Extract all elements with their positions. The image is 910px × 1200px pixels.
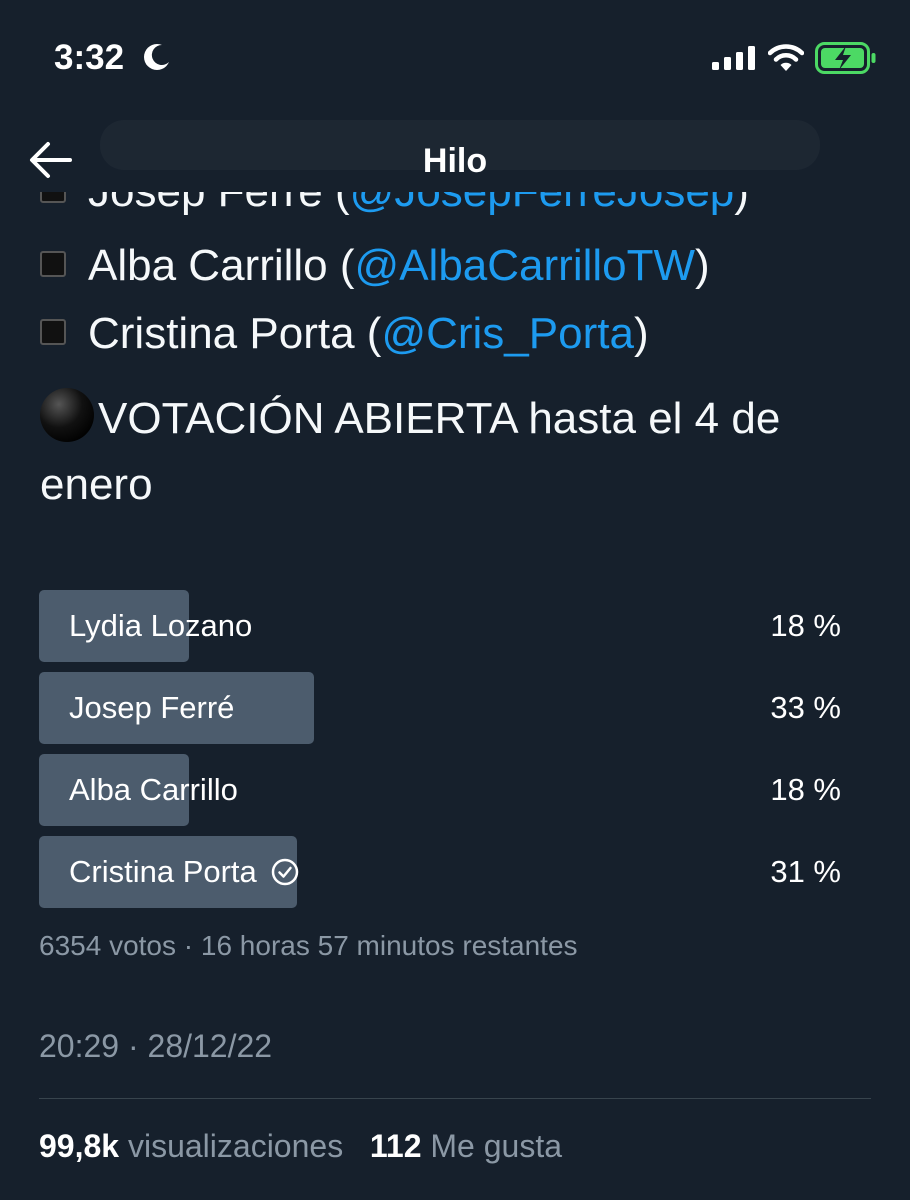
wifi-icon bbox=[768, 44, 804, 71]
status-bar: 3:32 bbox=[0, 0, 910, 110]
mention-handle-link[interactable]: @AlbaCarrilloTW bbox=[355, 241, 695, 290]
black-square-icon bbox=[40, 192, 66, 204]
poll-option-label: Josep Ferré bbox=[69, 690, 235, 725]
poll-option[interactable]: Alba Carrillo 18 % bbox=[39, 754, 871, 826]
views-label: visualizaciones bbox=[119, 1128, 344, 1164]
paren-open: ( bbox=[327, 241, 355, 290]
cellular-signal-icon bbox=[712, 46, 755, 70]
paren-open: ( bbox=[354, 309, 382, 358]
mention-handle-link[interactable]: @JosepFerreJosep bbox=[350, 192, 735, 216]
tweet-body: Josep Ferré (@JosepFerreJosep) Alba Carr… bbox=[40, 192, 880, 518]
tweet-timestamp[interactable]: 20:29 · 28/12/22 bbox=[39, 1028, 272, 1065]
poll-option-selected[interactable]: Cristina Porta 31 % bbox=[39, 836, 871, 908]
mention-name: Cristina Porta bbox=[88, 309, 355, 358]
mention-row-cristina: Cristina Porta (@Cris_Porta) bbox=[40, 300, 880, 368]
poll-meta: 6354 votos · 16 horas 57 minutos restant… bbox=[39, 930, 578, 961]
tweet-stats: 99,8k visualizaciones 112 Me gusta bbox=[39, 1128, 562, 1165]
mention-handle-link[interactable]: @Cris_Porta bbox=[381, 309, 634, 358]
poll-option-percent: 18 % bbox=[770, 772, 841, 807]
views-stat[interactable]: 99,8k visualizaciones bbox=[39, 1128, 343, 1164]
poll-option-label: Cristina Porta bbox=[69, 854, 257, 889]
paren-open: ( bbox=[323, 192, 350, 216]
mention-name: Josep Ferré bbox=[88, 192, 323, 216]
poll-option-label: Alba Carrillo bbox=[69, 772, 238, 807]
moon-icon bbox=[144, 44, 169, 70]
headline-text: VOTACIÓN ABIERTA hasta el 4 de enero bbox=[40, 394, 781, 509]
poll-option-percent: 31 % bbox=[770, 854, 841, 889]
poll-option[interactable]: Josep Ferré 33 % bbox=[39, 672, 871, 744]
paren-close: ) bbox=[633, 309, 649, 358]
tweet-headline: VOTACIÓN ABIERTA hasta el 4 de enero bbox=[40, 386, 880, 518]
mention-row-alba: Alba Carrillo (@AlbaCarrilloTW) bbox=[40, 232, 880, 300]
black-square-icon bbox=[40, 251, 66, 278]
black-circle-icon bbox=[40, 388, 94, 443]
likes-stat[interactable]: 112 Me gusta bbox=[370, 1128, 562, 1164]
paren-close: ) bbox=[695, 241, 710, 290]
likes-count: 112 bbox=[369, 1128, 422, 1164]
likes-label: Me gusta bbox=[421, 1128, 562, 1164]
page-title: Hilo bbox=[422, 142, 488, 180]
poll-option-percent: 18 % bbox=[770, 608, 841, 643]
black-square-icon bbox=[40, 319, 66, 346]
poll-option-label: Lydia Lozano bbox=[69, 608, 253, 643]
divider bbox=[39, 1098, 871, 1099]
views-count: 99,8k bbox=[39, 1128, 120, 1164]
mention-row-josep: Josep Ferré (@JosepFerreJosep) bbox=[40, 192, 880, 232]
paren-close: ) bbox=[734, 192, 749, 216]
mention-name: Alba Carrillo bbox=[88, 241, 328, 290]
poll-option-label-wrap: Cristina Porta bbox=[69, 836, 299, 908]
battery-charging-icon bbox=[815, 42, 876, 74]
poll-option[interactable]: Lydia Lozano 18 % bbox=[39, 590, 871, 662]
poll-option-percent: 33 % bbox=[770, 690, 841, 725]
poll: Lydia Lozano 18 % Josep Ferré 33 % Alba … bbox=[39, 590, 871, 918]
status-time: 3:32 bbox=[54, 38, 125, 77]
check-circle-icon bbox=[271, 858, 299, 886]
